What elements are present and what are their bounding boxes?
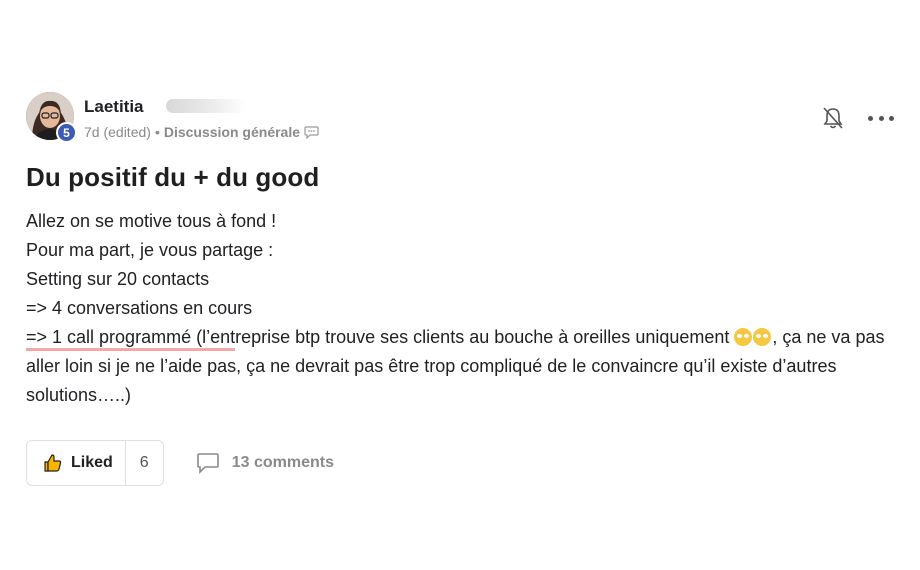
rolling-eyes-emoji-icon <box>734 328 753 346</box>
meta-separator: • <box>154 124 160 140</box>
body-line: Setting sur 20 contacts <box>26 269 210 289</box>
like-button[interactable]: Liked <box>27 441 126 485</box>
like-label: Liked <box>71 454 113 471</box>
post-header: 5 Laetitia 7d (edited) • Discussion géné… <box>26 92 906 144</box>
bell-off-icon[interactable] <box>822 106 844 130</box>
post-actions: Liked 6 13 comments <box>26 440 334 486</box>
spellcheck-underlined-text: => 1 call programmé (l’ent <box>26 327 236 351</box>
thumbs-up-icon <box>44 454 62 472</box>
rolling-eyes-emoji-icon <box>753 328 772 346</box>
post-time[interactable]: 7d (edited) <box>84 124 151 140</box>
body-text: reprise btp trouve ses clients au bouche… <box>235 327 735 347</box>
post-category[interactable]: Discussion générale <box>164 124 300 140</box>
body-line: => 4 conversations en cours <box>26 298 253 318</box>
body-paragraph: => 1 call programmé (l’entreprise btp tr… <box>26 323 906 410</box>
chat-bubble-icon <box>304 125 319 139</box>
body-line: Allez on se motive tous à fond ! <box>26 211 277 231</box>
comment-icon <box>196 453 219 474</box>
like-count[interactable]: 6 <box>126 454 163 472</box>
post-card: 5 Laetitia 7d (edited) • Discussion géné… <box>26 92 906 410</box>
like-control: Liked 6 <box>26 440 164 486</box>
comments-label: 13 comments <box>231 454 334 471</box>
author-name[interactable]: Laetitia <box>84 97 144 117</box>
post-title: Du positif du + du good <box>26 162 320 192</box>
redacted-surname <box>166 99 246 113</box>
body-line: Pour ma part, je vous partage : <box>26 240 274 260</box>
post-body: Allez on se motive tous à fond ! Pour ma… <box>26 207 906 410</box>
comments-button[interactable]: 13 comments <box>196 452 334 474</box>
post-meta: 7d (edited) • Discussion générale <box>84 124 319 140</box>
level-badge: 5 <box>56 122 77 143</box>
more-horizontal-icon[interactable] <box>868 108 894 128</box>
